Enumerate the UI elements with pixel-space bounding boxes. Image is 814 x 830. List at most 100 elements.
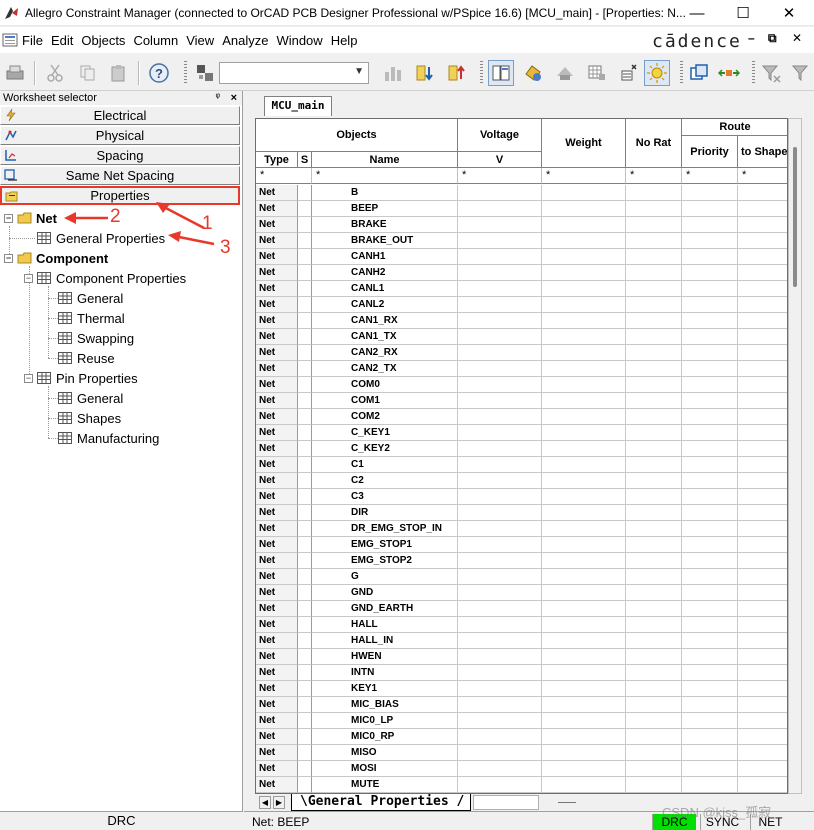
cell-no-rat[interactable] <box>626 505 682 521</box>
cell-weight[interactable] <box>542 393 626 409</box>
table-row[interactable]: Net C2 <box>256 473 787 489</box>
table-row[interactable]: Net CAN2_RX <box>256 345 787 361</box>
cell-weight[interactable] <box>542 521 626 537</box>
cell-type[interactable]: Net <box>256 217 298 233</box>
cell-priority[interactable] <box>682 665 738 681</box>
table-row[interactable]: Net MIC0_LP <box>256 713 787 729</box>
menu-window[interactable]: Window <box>272 33 326 48</box>
filter-clear-icon[interactable] <box>788 60 814 86</box>
cell-voltage[interactable] <box>458 329 542 345</box>
cell-type[interactable]: Net <box>256 649 298 665</box>
tree-item-pp-manufacturing[interactable]: Manufacturing <box>58 428 159 448</box>
cell-voltage[interactable] <box>458 345 542 361</box>
cell-priority[interactable] <box>682 489 738 505</box>
cell-to-shape[interactable] <box>738 345 787 361</box>
cell-name[interactable]: CAN2_TX <box>312 361 458 377</box>
cell-no-rat[interactable] <box>626 313 682 329</box>
cell-priority[interactable] <box>682 633 738 649</box>
cell-to-shape[interactable] <box>738 265 787 281</box>
cell-type[interactable]: Net <box>256 681 298 697</box>
cell-no-rat[interactable] <box>626 473 682 489</box>
cell-priority[interactable] <box>682 777 738 793</box>
table-row[interactable]: Net EMG_STOP2 <box>256 553 787 569</box>
table-row[interactable]: Net B <box>256 185 787 201</box>
cell-voltage[interactable] <box>458 537 542 553</box>
cell-s[interactable] <box>298 409 312 425</box>
cell-voltage[interactable] <box>458 457 542 473</box>
cell-to-shape[interactable] <box>738 281 787 297</box>
filter-icon[interactable] <box>758 60 784 86</box>
sheet-tab-general-properties[interactable]: \General Properties / <box>291 794 471 811</box>
cell-priority[interactable] <box>682 601 738 617</box>
table-row[interactable]: Net BEEP <box>256 201 787 217</box>
header-route[interactable]: Route <box>682 119 787 136</box>
table-row[interactable]: Net CANL1 <box>256 281 787 297</box>
cell-name[interactable]: MIC0_LP <box>312 713 458 729</box>
cell-s[interactable] <box>298 505 312 521</box>
cell-no-rat[interactable] <box>626 457 682 473</box>
table-row[interactable]: Net INTN <box>256 665 787 681</box>
cell-to-shape[interactable] <box>738 585 787 601</box>
cell-name[interactable]: HALL <box>312 617 458 633</box>
tab-scroll-right-icon[interactable]: ▶ <box>273 796 285 809</box>
cell-s[interactable] <box>298 649 312 665</box>
cell-to-shape[interactable] <box>738 457 787 473</box>
cell-priority[interactable] <box>682 537 738 553</box>
cell-priority[interactable] <box>682 505 738 521</box>
cell-name[interactable]: MOSI <box>312 761 458 777</box>
table-row[interactable]: Net HWEN <box>256 649 787 665</box>
table-row[interactable]: Net MIC0_RP <box>256 729 787 745</box>
analyze-bars-icon[interactable] <box>380 60 406 86</box>
cell-name[interactable]: EMG_STOP2 <box>312 553 458 569</box>
cell-type[interactable]: Net <box>256 313 298 329</box>
cell-type[interactable]: Net <box>256 425 298 441</box>
cell-priority[interactable] <box>682 425 738 441</box>
cell-name[interactable]: DIR <box>312 505 458 521</box>
cell-weight[interactable] <box>542 649 626 665</box>
cell-s[interactable] <box>298 201 312 217</box>
cell-s[interactable] <box>298 345 312 361</box>
tree-item-pp-general[interactable]: General <box>58 388 123 408</box>
cell-priority[interactable] <box>682 361 738 377</box>
cell-weight[interactable] <box>542 633 626 649</box>
cell-name[interactable]: CAN1_TX <box>312 329 458 345</box>
toolbar-grip[interactable] <box>480 61 483 85</box>
cell-no-rat[interactable] <box>626 409 682 425</box>
table-row[interactable]: Net HALL <box>256 617 787 633</box>
cell-priority[interactable] <box>682 729 738 745</box>
cell-s[interactable] <box>298 617 312 633</box>
cell-type[interactable]: Net <box>256 761 298 777</box>
cell-no-rat[interactable] <box>626 665 682 681</box>
cell-to-shape[interactable] <box>738 489 787 505</box>
cell-to-shape[interactable] <box>738 473 787 489</box>
mdi-restore-button[interactable]: ⧉ <box>768 31 777 46</box>
filter-weight[interactable]: * <box>542 168 626 184</box>
table-row[interactable]: Net COM1 <box>256 393 787 409</box>
table-row[interactable]: Net GND <box>256 585 787 601</box>
cell-s[interactable] <box>298 425 312 441</box>
cell-name[interactable]: BRAKE <box>312 217 458 233</box>
cell-to-shape[interactable] <box>738 633 787 649</box>
tree-item-pp-shapes[interactable]: Shapes <box>58 408 121 428</box>
tree-item-cp-general[interactable]: General <box>58 288 123 308</box>
cell-priority[interactable] <box>682 297 738 313</box>
maximize-button[interactable]: ☐ <box>720 0 766 26</box>
cell-to-shape[interactable] <box>738 313 787 329</box>
cell-to-shape[interactable] <box>738 441 787 457</box>
cell-type[interactable]: Net <box>256 329 298 345</box>
cell-name[interactable]: CANL1 <box>312 281 458 297</box>
cell-s[interactable] <box>298 329 312 345</box>
document-tab-mcu-main[interactable]: MCU_main <box>264 96 332 116</box>
cell-type[interactable]: Net <box>256 617 298 633</box>
cell-weight[interactable] <box>542 249 626 265</box>
mark-up-icon[interactable] <box>444 60 470 86</box>
collapse-icon[interactable]: − <box>24 373 33 383</box>
cell-type[interactable]: Net <box>256 185 298 201</box>
cell-no-rat[interactable] <box>626 489 682 505</box>
cell-no-rat[interactable] <box>626 745 682 761</box>
cell-no-rat[interactable] <box>626 345 682 361</box>
cell-voltage[interactable] <box>458 633 542 649</box>
cell-to-shape[interactable] <box>738 553 787 569</box>
table-row[interactable]: Net BRAKE <box>256 217 787 233</box>
cell-priority[interactable] <box>682 553 738 569</box>
